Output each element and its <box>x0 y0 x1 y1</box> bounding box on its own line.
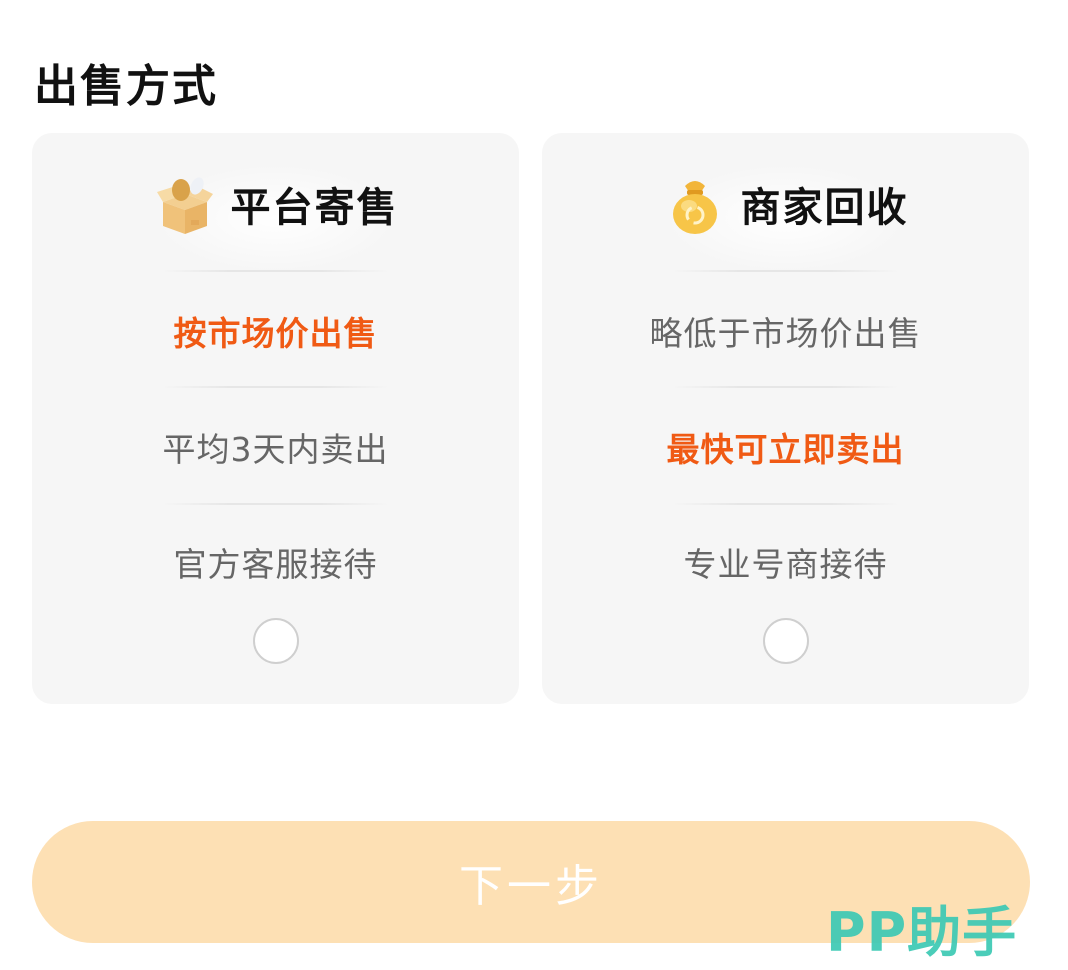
divider <box>162 386 389 388</box>
feature-speed: 平均3天内卖出 <box>162 430 389 469</box>
box-icon <box>156 177 213 234</box>
divider <box>672 386 899 388</box>
option-title: 平台寄售 <box>230 185 399 231</box>
sell-method-page: 出售方式 平台寄售 按市场价出售 平均3天内卖出 官方客服接待 商家回收 略低于… <box>0 0 1068 970</box>
watermark-logo: PP助手 <box>826 901 1018 964</box>
option-card-consignment[interactable]: 平台寄售 按市场价出售 平均3天内卖出 官方客服接待 <box>32 133 519 704</box>
feature-price: 按市场价出售 <box>173 314 378 353</box>
feature-service: 专业号商接待 <box>683 545 888 584</box>
money-bag-icon <box>672 181 717 234</box>
divider <box>672 270 899 272</box>
radio-recycle[interactable] <box>762 618 809 664</box>
option-title: 商家回收 <box>740 185 909 231</box>
option-card-recycle[interactable]: 商家回收 略低于市场价出售 最快可立即卖出 专业号商接待 <box>542 133 1029 704</box>
feature-speed: 最快可立即卖出 <box>666 430 905 469</box>
feature-service: 官方客服接待 <box>173 545 378 584</box>
card-header: 平台寄售 <box>32 173 519 235</box>
divider <box>672 503 899 505</box>
card-header: 商家回收 <box>542 173 1029 235</box>
section-title: 出售方式 <box>34 61 218 112</box>
divider <box>162 503 389 505</box>
feature-price: 略低于市场价出售 <box>649 314 922 353</box>
divider <box>162 270 389 272</box>
radio-consignment[interactable] <box>252 618 299 664</box>
